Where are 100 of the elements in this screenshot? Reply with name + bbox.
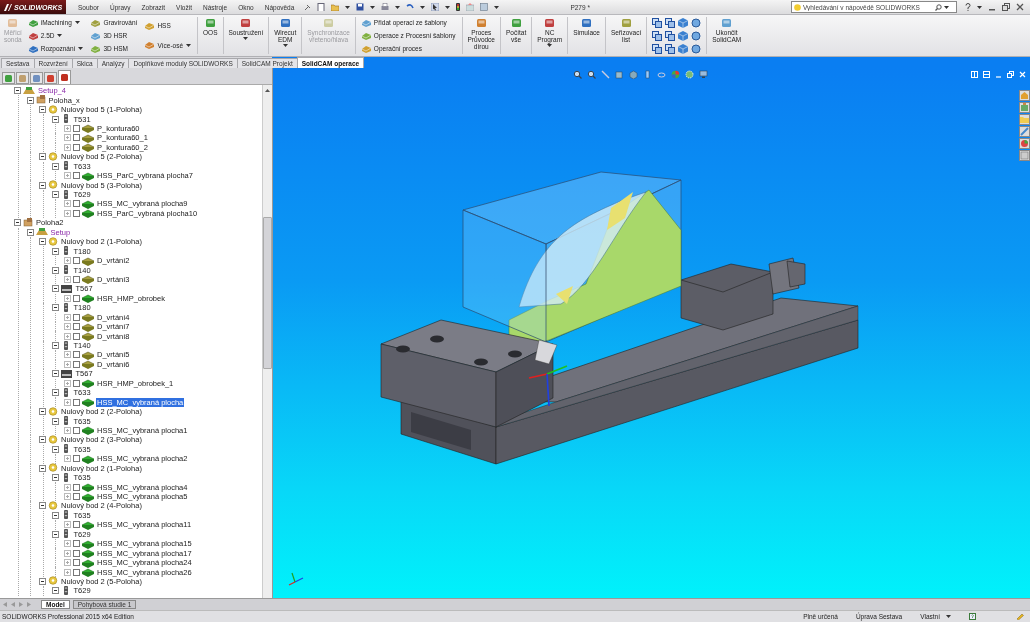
expand-icon[interactable] (64, 313, 71, 321)
sphere-icon[interactable] (691, 43, 702, 54)
caret-icon[interactable] (345, 5, 351, 9)
checkbox[interactable] (73, 257, 80, 265)
checkbox[interactable] (73, 313, 80, 321)
collapse-icon[interactable] (51, 389, 59, 397)
select-arrow-icon[interactable] (431, 3, 440, 11)
expand-icon[interactable] (64, 275, 71, 283)
collapse-icon[interactable] (51, 445, 59, 453)
task-pane-tab[interactable] (1019, 102, 1030, 113)
checkbox[interactable] (73, 209, 80, 217)
collapse-icon[interactable] (51, 342, 59, 350)
checkbox[interactable] (73, 360, 80, 368)
caret-icon[interactable] (74, 21, 80, 24)
checkbox[interactable] (73, 379, 80, 387)
caret-icon[interactable] (243, 37, 249, 40)
task-pane-tab[interactable] (1019, 114, 1030, 125)
caret-icon[interactable] (944, 5, 949, 9)
collapse-icon[interactable] (26, 228, 34, 236)
help-icon[interactable] (969, 613, 976, 620)
checkbox[interactable] (73, 124, 80, 132)
scroll-up-icon[interactable] (265, 89, 270, 92)
search-icon[interactable] (935, 3, 942, 11)
collapse-icon[interactable] (51, 304, 59, 312)
collapse-icon[interactable] (51, 285, 59, 293)
caret-icon[interactable] (186, 43, 192, 47)
expand-icon[interactable] (64, 540, 71, 548)
open-folder-icon[interactable] (331, 3, 340, 11)
checkbox[interactable] (73, 483, 80, 491)
monitor-icon[interactable] (699, 70, 708, 79)
checkbox[interactable] (73, 521, 80, 529)
checkbox[interactable] (73, 559, 80, 567)
expand-icon[interactable] (64, 257, 71, 265)
expand-icon[interactable] (64, 483, 71, 491)
collapse-icon[interactable] (51, 191, 59, 199)
collapse-icon[interactable] (51, 247, 59, 255)
expand-icon[interactable] (64, 143, 71, 151)
help-icon[interactable] (965, 3, 971, 11)
checkbox[interactable] (73, 398, 80, 406)
view-squares-icon[interactable] (665, 30, 676, 41)
collapse-icon[interactable] (39, 436, 46, 444)
zoom-icon[interactable] (573, 70, 582, 79)
expand-icon[interactable] (64, 200, 71, 208)
collapse-icon[interactable] (26, 96, 34, 104)
view-squares-icon[interactable] (652, 17, 663, 28)
collapse-icon[interactable] (51, 162, 59, 170)
checkbox[interactable] (73, 200, 80, 208)
sphere-icon[interactable] (691, 30, 702, 41)
restore-icon[interactable] (1007, 71, 1014, 78)
collapse-icon[interactable] (51, 266, 59, 274)
expand-icon[interactable] (64, 559, 71, 567)
view-squares-icon[interactable] (652, 43, 663, 54)
expand-icon[interactable] (64, 209, 71, 217)
collapse-icon[interactable] (14, 219, 21, 227)
expand-icon[interactable] (64, 398, 71, 406)
checkbox[interactable] (73, 332, 80, 340)
collapse-icon[interactable] (39, 577, 46, 585)
expand-icon[interactable] (64, 172, 71, 180)
checkbox[interactable] (73, 493, 80, 501)
caret-icon[interactable] (57, 34, 63, 37)
checkbox[interactable] (73, 540, 80, 548)
collapse-icon[interactable] (51, 511, 59, 519)
collapse-icon[interactable] (39, 502, 46, 510)
expand-icon[interactable] (64, 379, 71, 387)
task-pane-tab[interactable] (1019, 90, 1030, 101)
caret-icon[interactable] (370, 5, 376, 9)
expand-icon[interactable] (64, 124, 71, 132)
traffic-light-icon[interactable] (456, 3, 461, 11)
save-icon[interactable] (356, 3, 365, 11)
collapse-icon[interactable] (51, 474, 59, 482)
caret-icon[interactable] (977, 5, 982, 9)
checkbox[interactable] (73, 549, 80, 557)
expand-icon[interactable] (64, 351, 71, 359)
close-icon[interactable] (1016, 3, 1024, 11)
collapse-icon[interactable] (51, 587, 59, 595)
view-squares-icon[interactable] (665, 17, 676, 28)
tile-icon[interactable] (971, 71, 978, 78)
caret-icon[interactable] (420, 5, 426, 9)
panel-tab[interactable] (30, 72, 43, 84)
collapse-icon[interactable] (39, 106, 46, 114)
collapse-icon[interactable] (51, 370, 59, 378)
expand-icon[interactable] (64, 493, 71, 501)
zoom-icon[interactable] (587, 70, 596, 79)
expand-icon[interactable] (64, 455, 71, 463)
panel-tab[interactable] (44, 72, 57, 84)
checkbox[interactable] (73, 323, 80, 331)
task-pane-tab[interactable] (1019, 138, 1030, 149)
checkbox[interactable] (73, 143, 80, 151)
window-icon[interactable] (480, 3, 489, 11)
checkbox[interactable] (73, 275, 80, 283)
restore-icon[interactable] (1002, 3, 1010, 11)
panel-tab[interactable] (58, 70, 71, 84)
expand-icon[interactable] (64, 332, 71, 340)
sphere-icon[interactable] (691, 17, 702, 28)
caret-icon[interactable] (78, 47, 84, 50)
view-squares-icon[interactable] (652, 30, 663, 41)
collapse-icon[interactable] (39, 238, 46, 246)
print-icon[interactable] (381, 3, 390, 11)
expand-icon[interactable] (64, 360, 71, 368)
collapse-icon[interactable] (39, 181, 46, 189)
